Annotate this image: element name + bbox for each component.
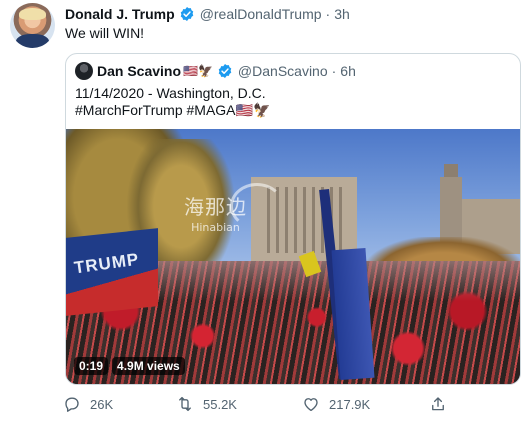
tweet-timestamp[interactable]: 3h <box>334 6 350 22</box>
tweet[interactable]: Donald J. Trump @realDonaldTrump · 3h We… <box>0 0 522 425</box>
quoted-author-name: Dan Scavino <box>97 63 182 79</box>
retweet-count: 55.2K <box>203 396 237 412</box>
video-badges: 0:19 4.9M views <box>74 357 185 375</box>
reply-button[interactable]: 26K <box>63 394 113 414</box>
quoted-tweet-header: Dan Scavino 🇺🇸🦅 @DanScavino · 6h <box>97 63 356 79</box>
quoted-header-separator: · <box>331 63 337 79</box>
video-player[interactable]: TRUMP 海那边 Hinabian 0:19 4.9M views <box>66 129 520 384</box>
author-name[interactable]: Donald J. Trump <box>65 6 175 22</box>
tweet-text: We will WIN! <box>65 25 145 41</box>
watermark-en: Hinabian <box>191 221 240 234</box>
author-avatar[interactable] <box>10 3 55 48</box>
like-count: 217.9K <box>329 396 371 412</box>
header-separator: · <box>325 6 331 22</box>
quoted-timestamp: 6h <box>340 63 356 79</box>
like-button[interactable]: 217.9K <box>302 394 370 414</box>
quoted-author-handle: @DanScavino <box>237 63 328 79</box>
reply-icon <box>65 397 79 412</box>
watermark: 海那边 Hinabian <box>184 191 247 234</box>
share-button[interactable] <box>429 394 456 414</box>
share-icon <box>432 397 444 411</box>
tweet-actions: 26K 55.2K 217.9K <box>63 394 518 414</box>
retweet-icon <box>179 396 191 412</box>
video-duration: 0:19 <box>74 357 109 375</box>
retweet-button[interactable]: 55.2K <box>176 394 237 414</box>
quoted-author-avatar <box>75 62 93 80</box>
video-views: 4.9M views <box>112 357 185 375</box>
verified-icon <box>218 64 232 78</box>
author-handle[interactable]: @realDonaldTrump <box>200 6 322 22</box>
quoted-name-emoji: 🇺🇸🦅 <box>183 64 213 78</box>
like-icon <box>304 398 318 412</box>
quoted-tweet[interactable]: Dan Scavino 🇺🇸🦅 @DanScavino · 6h 11/14/2… <box>65 53 521 385</box>
verified-icon <box>180 7 193 21</box>
reply-count: 26K <box>90 396 114 412</box>
quoted-text-line-1: 11/14/2020 - Washington, D.C. <box>75 85 266 101</box>
watermark-cn: 海那边 <box>184 195 247 219</box>
quoted-text-line-2: #MarchForTrump #MAGA🇺🇸🦅 <box>75 102 271 118</box>
tweet-header: Donald J. Trump @realDonaldTrump · 3h <box>65 6 350 22</box>
